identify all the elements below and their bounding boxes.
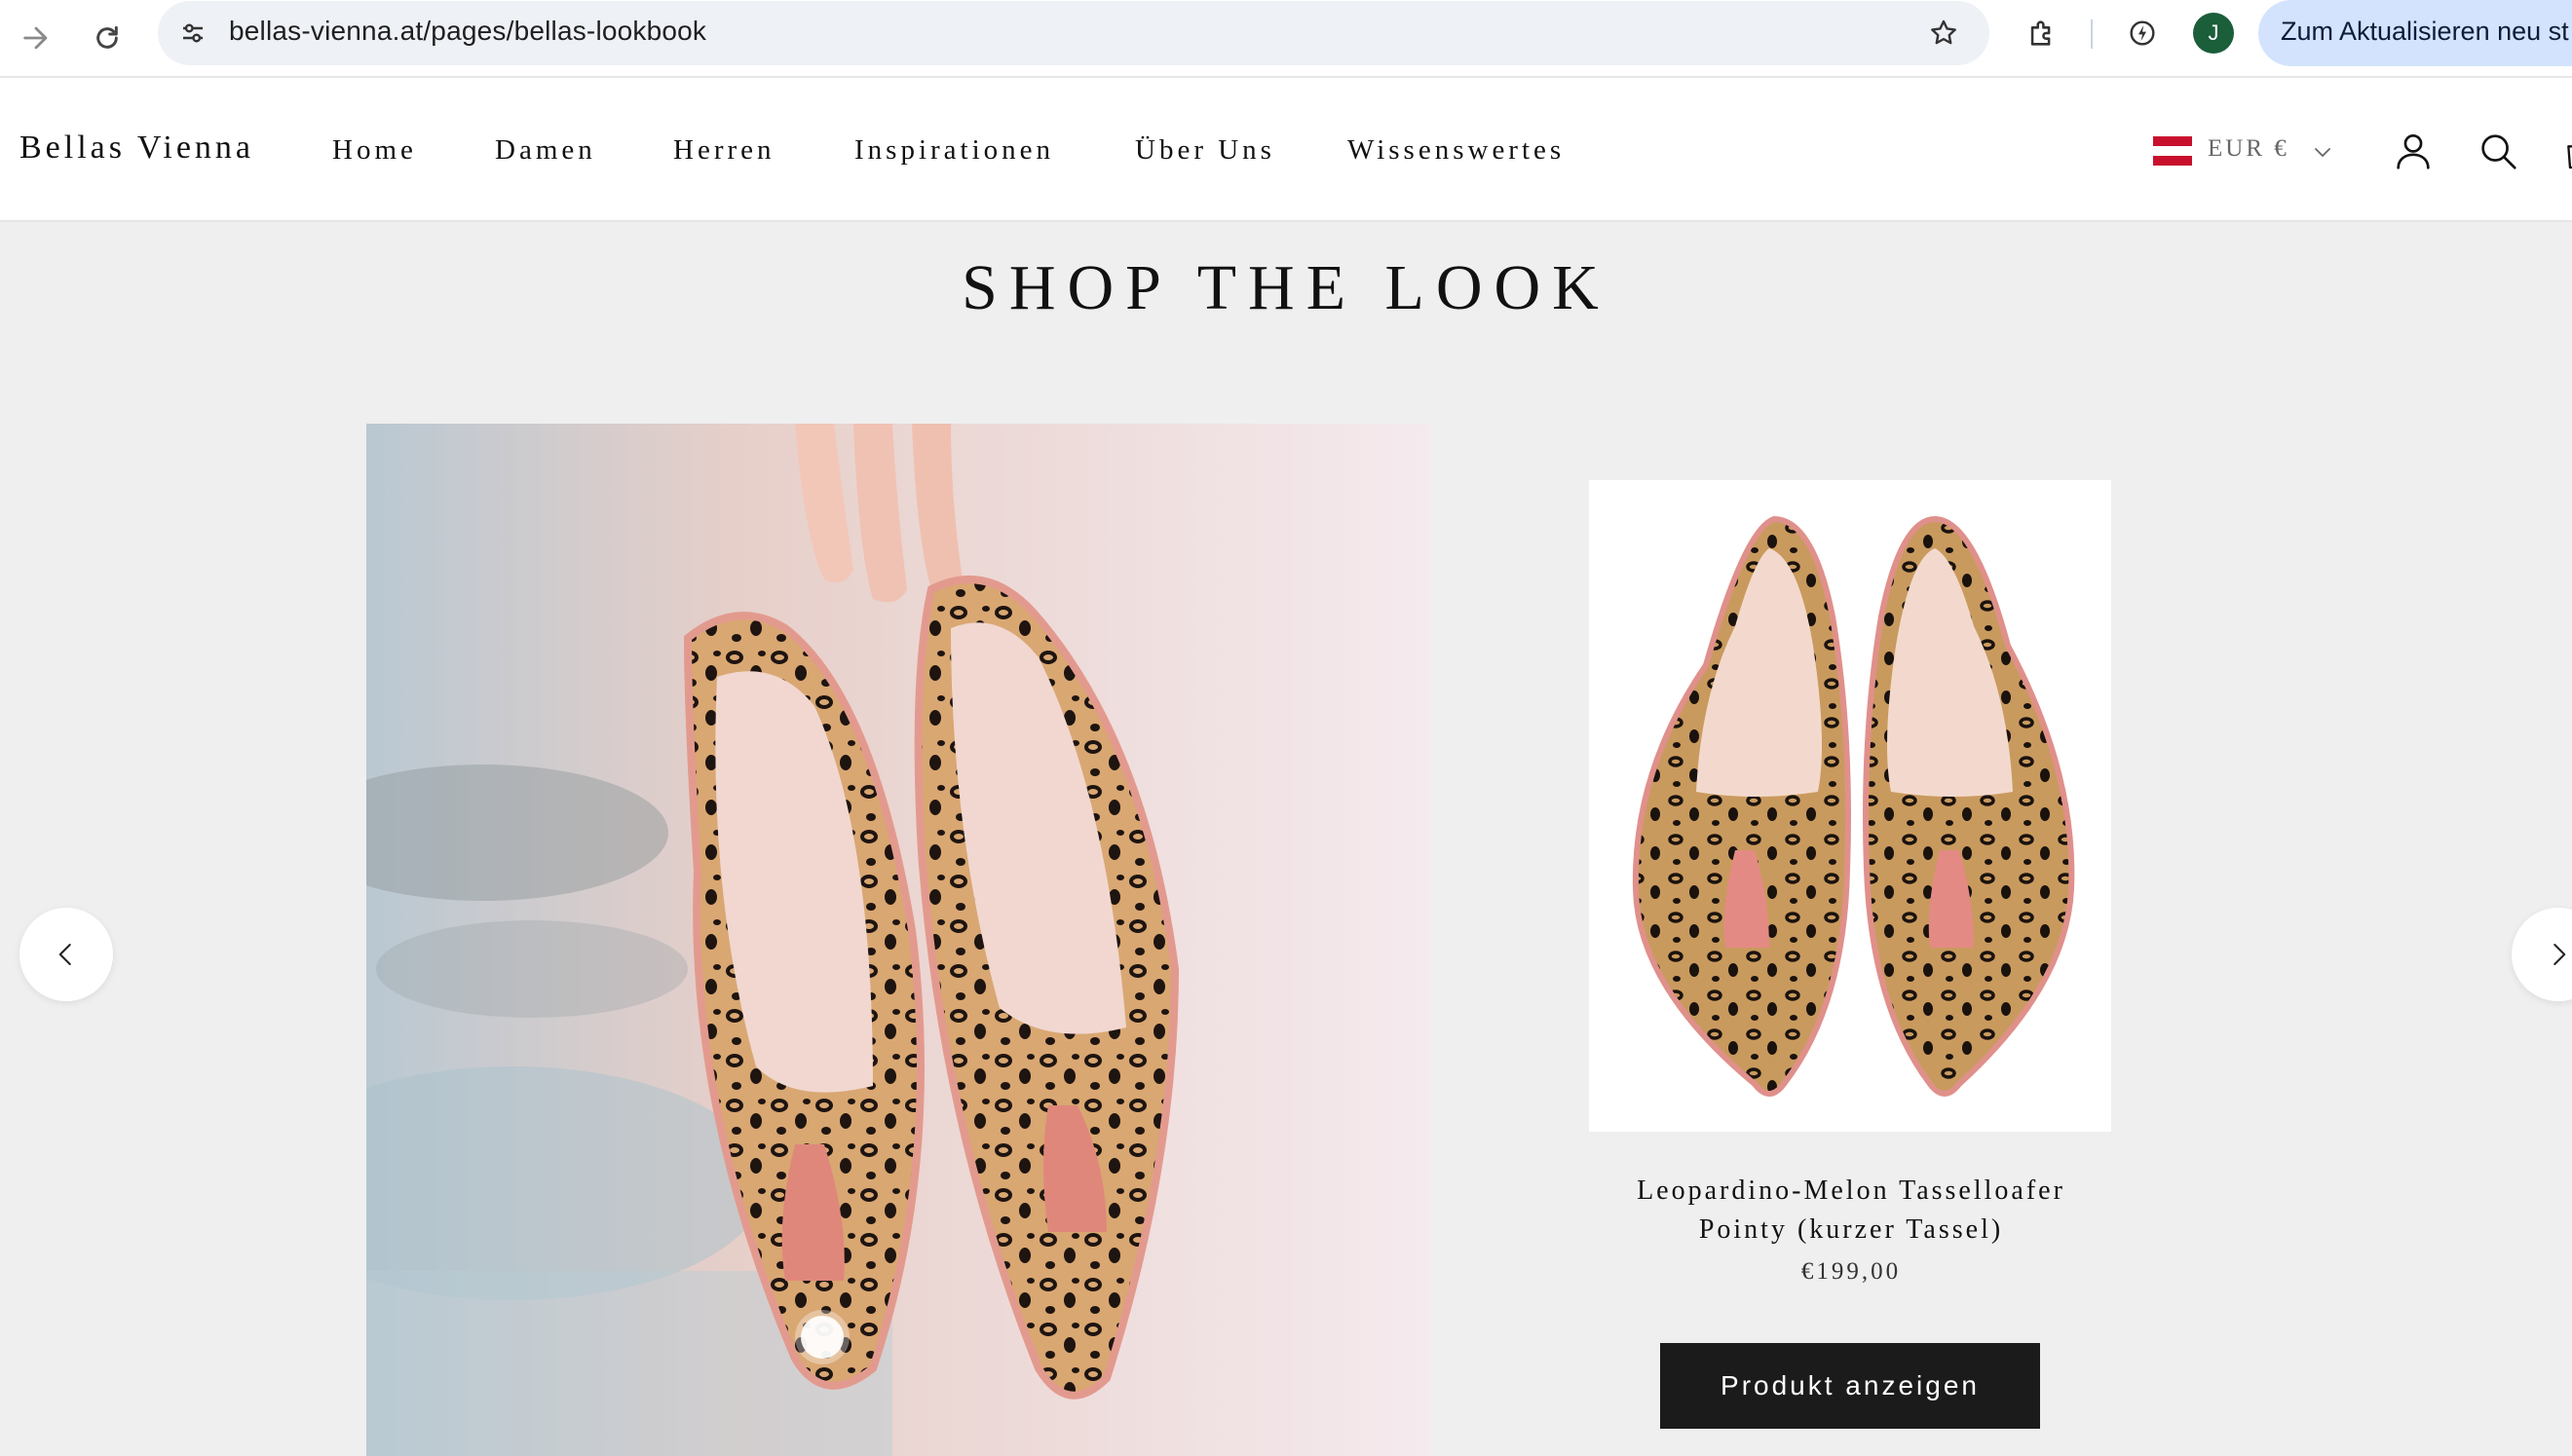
profile-avatar[interactable]: J xyxy=(2193,13,2234,54)
performance-icon xyxy=(2130,20,2155,46)
nav-item-inspirationen[interactable]: Inspirationen xyxy=(854,134,1054,167)
extensions-button[interactable] xyxy=(2022,13,2062,54)
nav-item-herren[interactable]: Herren xyxy=(673,134,775,167)
search-button[interactable] xyxy=(2476,129,2520,173)
nav-item-wissenswertes[interactable]: Wissenswertes xyxy=(1347,134,1565,167)
url-text[interactable]: bellas-vienna.at/pages/bellas-lookbook xyxy=(229,16,706,47)
chevron-down-icon xyxy=(2315,148,2330,157)
site-settings-icon xyxy=(183,23,203,43)
product-name-line2: Pointy (kurzer Tassel) xyxy=(1698,1214,2004,1245)
section-title: SHOP THE LOOK xyxy=(962,252,1610,323)
nav-item-ueber-uns[interactable]: Über Uns xyxy=(1135,134,1275,167)
product-hotspot[interactable] xyxy=(801,1316,844,1359)
star-icon xyxy=(1931,19,1956,45)
arrow-forward-icon xyxy=(23,26,48,50)
brand-logo[interactable]: Bellas Vienna xyxy=(19,130,254,167)
performance-button[interactable] xyxy=(2122,13,2163,54)
forward-button[interactable] xyxy=(12,14,60,62)
product-image-card[interactable] xyxy=(1589,480,2111,1132)
toolbar-separator xyxy=(2091,19,2093,49)
nav-item-home[interactable]: Home xyxy=(332,134,417,167)
account-button[interactable] xyxy=(2391,129,2436,173)
extensions-icon xyxy=(2030,20,2051,46)
cart-icon xyxy=(2567,145,2572,169)
carousel-next-button[interactable] xyxy=(2512,908,2572,1001)
view-product-button[interactable]: Produkt anzeigen xyxy=(1660,1343,2040,1429)
reload-icon xyxy=(96,25,118,49)
search-icon xyxy=(2481,134,2516,169)
carousel-prev-button[interactable] xyxy=(19,908,113,1001)
reload-button[interactable] xyxy=(83,14,132,62)
currency-label[interactable]: EUR € xyxy=(2208,135,2289,163)
chevron-right-icon xyxy=(2553,944,2566,965)
cart-button[interactable] xyxy=(2560,132,2572,173)
currency-dropdown[interactable] xyxy=(2311,140,2334,164)
update-label: Zum Aktualisieren neu st xyxy=(2281,17,2569,46)
nav-item-damen[interactable]: Damen xyxy=(495,134,596,167)
currency-selector[interactable] xyxy=(2153,136,2192,166)
chevron-left-icon xyxy=(58,944,71,965)
bookmark-button[interactable] xyxy=(1924,14,1963,53)
product-image xyxy=(1632,515,2075,1097)
austria-flag-icon xyxy=(2153,136,2192,166)
product-price: €199,00 xyxy=(1800,1258,1902,1285)
site-settings-button[interactable] xyxy=(173,14,212,53)
lookbook-photo xyxy=(366,424,1430,1456)
account-icon xyxy=(2397,133,2430,169)
lookbook-image xyxy=(366,424,1430,1456)
product-name[interactable]: Leopardino-Melon Tasselloafer Pointy (ku… xyxy=(1539,1172,2163,1250)
product-name-line1: Leopardino-Melon Tasselloafer xyxy=(1637,1176,2065,1206)
